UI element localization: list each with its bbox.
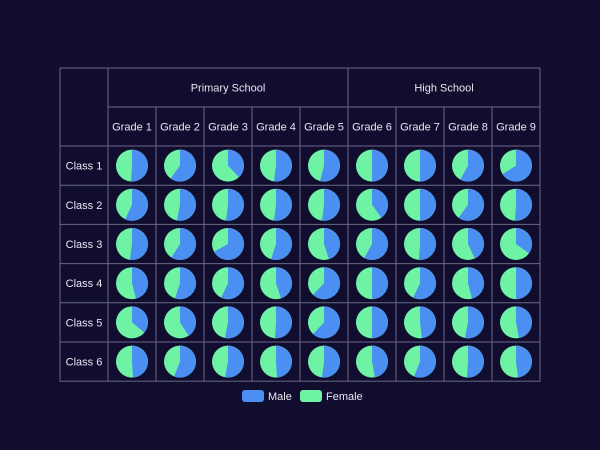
legend-label[interactable]: Female	[326, 391, 363, 403]
pie-slice-male	[225, 188, 245, 221]
column-header: Grade 3	[208, 122, 248, 134]
pie-slice-male	[276, 345, 292, 378]
group-header: Primary School	[191, 83, 266, 95]
column-header: Grade 1	[112, 122, 152, 134]
pie-slice-male	[321, 345, 340, 378]
column-header: Grade 5	[304, 122, 344, 134]
row-label: Class 3	[66, 239, 103, 251]
pie-slice-male	[372, 267, 388, 300]
pie-slice-male	[372, 149, 388, 182]
pie-slice-male	[420, 188, 436, 221]
pie-slice-male	[130, 149, 149, 182]
pie-slice-male	[420, 149, 436, 182]
pie-slice-male	[516, 345, 533, 378]
pie-slice-male	[372, 345, 388, 378]
pie-slice-male	[420, 306, 437, 339]
column-header: Grade 2	[160, 122, 200, 134]
pie-slice-male	[514, 188, 533, 221]
group-header: High School	[414, 83, 473, 95]
row-label: Class 5	[66, 317, 103, 329]
legend-swatch-male[interactable]	[242, 390, 264, 402]
pie-slice-male	[273, 149, 293, 182]
pie-slice-male	[129, 228, 148, 260]
column-header: Grade 6	[352, 122, 392, 134]
pie-slice-male	[372, 306, 388, 339]
column-header: Grade 4	[256, 122, 296, 134]
pie-slice-male	[273, 188, 293, 221]
row-label: Class 6	[66, 357, 103, 369]
row-label: Class 4	[66, 278, 103, 290]
pie-slice-male	[516, 267, 532, 300]
column-header: Grade 7	[400, 122, 440, 134]
pie-slice-male	[321, 188, 341, 221]
pie-slice-male	[132, 345, 148, 378]
row-label: Class 1	[66, 161, 103, 173]
pie-slice-male	[274, 306, 292, 339]
pie-slice-male	[418, 227, 437, 260]
legend-swatch-female[interactable]	[300, 390, 322, 402]
pie-grid-chart: Primary School High School Grade 1 Grade 2 G…	[59, 67, 541, 403]
column-header: Grade 9	[496, 122, 536, 134]
column-header: Grade 8	[448, 122, 488, 134]
legend-label[interactable]: Male	[268, 391, 292, 403]
row-label: Class 2	[66, 200, 103, 212]
pie-slice-male	[466, 345, 485, 378]
pie-slice-male	[516, 306, 533, 339]
